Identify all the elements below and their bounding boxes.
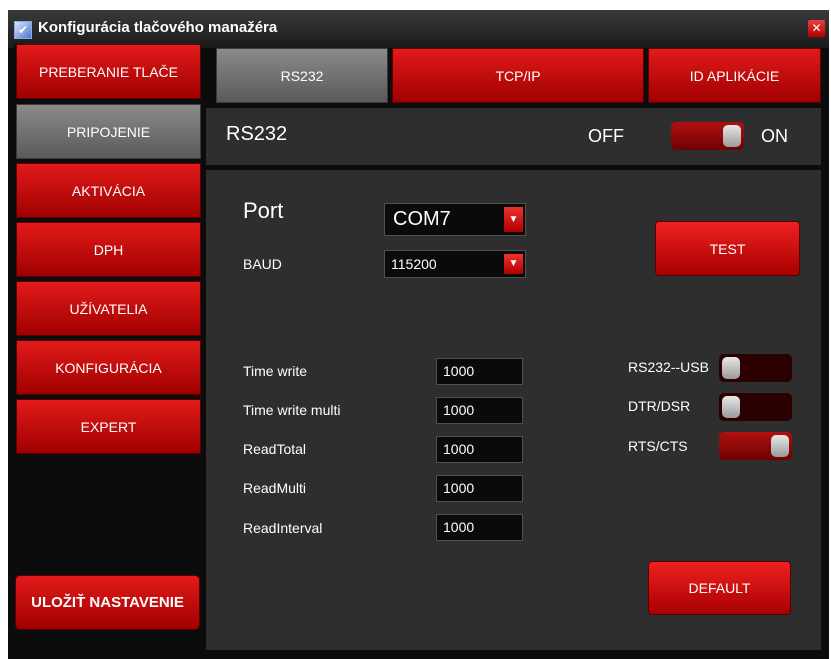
tab-tcpip[interactable]: TCP/IP: [392, 48, 644, 103]
sidebar-item-aktivacia[interactable]: AKTIVÁCIA: [16, 163, 201, 218]
toggle-knob: [723, 125, 741, 147]
rts-cts-toggle[interactable]: [719, 432, 792, 460]
close-icon: ✕: [811, 21, 822, 35]
port-value: COM7: [393, 208, 451, 230]
sidebar-item-dph[interactable]: DPH: [16, 222, 201, 277]
sidebar-item-expert[interactable]: EXPERT: [16, 399, 201, 454]
chevron-down-icon: ▼: [504, 254, 523, 274]
default-button[interactable]: DEFAULT: [648, 561, 791, 615]
sidebar-item-uzivatelia[interactable]: UŽÍVATELIA: [16, 281, 201, 336]
dtr-dsr-label: DTR/DSR: [628, 398, 691, 414]
close-button[interactable]: ✕: [808, 20, 825, 37]
read-multi-field[interactable]: 1000: [436, 475, 523, 502]
dtr-dsr-toggle[interactable]: [719, 393, 792, 421]
sidebar-item-konfiguracia[interactable]: KONFIGURÁCIA: [16, 340, 201, 395]
section-title: RS232: [226, 123, 288, 145]
port-select[interactable]: COM7 ▼: [384, 203, 526, 236]
chevron-down-icon: ▼: [504, 207, 523, 232]
baud-label: BAUD: [243, 256, 282, 272]
rs232-usb-toggle[interactable]: [719, 354, 792, 382]
rs232-enable-toggle[interactable]: [671, 122, 744, 150]
time-write-multi-label: Time write multi: [243, 402, 341, 418]
read-interval-field[interactable]: 1000: [436, 514, 523, 541]
tab-rs232[interactable]: RS232: [216, 48, 388, 103]
section-header: RS232 OFF ON: [206, 108, 821, 165]
rs232-usb-label: RS232--USB: [628, 359, 709, 375]
rs232-settings-panel: Port COM7 ▼ BAUD 115200 ▼ TEST Time writ…: [206, 170, 821, 650]
read-total-field[interactable]: 1000: [436, 436, 523, 463]
time-write-label: Time write: [243, 363, 308, 379]
title-bar: ✔ Konfigurácia tlačového manažéra ✕: [8, 10, 829, 48]
app-icon: ✔: [14, 21, 32, 39]
port-label: Port: [243, 198, 284, 223]
tab-id-aplikacie[interactable]: ID APLIKÁCIE: [648, 48, 821, 103]
test-button[interactable]: TEST: [655, 221, 800, 276]
toggle-knob: [771, 435, 789, 457]
toggle-knob: [722, 357, 740, 379]
read-total-label: ReadTotal: [243, 441, 307, 457]
on-label: ON: [761, 126, 788, 146]
read-multi-label: ReadMulti: [243, 480, 307, 496]
window-title: Konfigurácia tlačového manažéra: [38, 19, 278, 36]
time-write-field[interactable]: 1000: [436, 358, 523, 385]
off-label: OFF: [588, 126, 624, 146]
time-write-multi-field[interactable]: 1000: [436, 397, 523, 424]
read-interval-label: ReadInterval: [243, 520, 323, 536]
sidebar: PREBERANIE TLAČE PRIPOJENIE AKTIVÁCIA DP…: [14, 44, 201, 650]
toggle-knob: [722, 396, 740, 418]
save-settings-button[interactable]: ULOŽIŤ NASTAVENIE: [15, 575, 200, 630]
baud-select[interactable]: 115200 ▼: [384, 250, 526, 278]
rts-cts-label: RTS/CTS: [628, 438, 688, 454]
baud-value: 115200: [391, 256, 437, 272]
sidebar-item-preberanie-tlace[interactable]: PREBERANIE TLAČE: [16, 44, 201, 99]
sidebar-item-pripojenie[interactable]: PRIPOJENIE: [16, 104, 201, 159]
